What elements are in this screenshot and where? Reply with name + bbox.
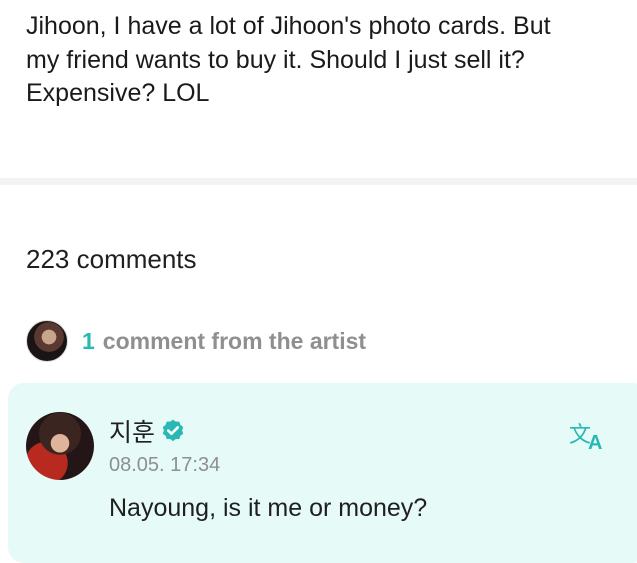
comments-count: 223 comments [26, 244, 197, 274]
artist-comment-label: comment from the artist [102, 327, 367, 354]
comment-author-row: 지훈 [109, 413, 186, 449]
post-line: Expensive? LOL [26, 79, 210, 107]
comment-text: Nayoung, is it me or money? [109, 494, 428, 522]
artist-comment-card [8, 383, 637, 563]
translate-icon[interactable]: 文 A [568, 420, 608, 452]
commenter-avatar[interactable] [26, 412, 94, 480]
post-line: Jihoon, I have a lot of Jihoon's photo c… [26, 12, 551, 40]
comment-timestamp: 08.05. 17:34 [109, 454, 221, 476]
artist-comment-count: 1 [82, 327, 95, 354]
svg-text:A: A [588, 432, 602, 452]
comment-author-name[interactable]: 지훈 [109, 413, 155, 449]
post-line: my friend wants to buy it. Should I just… [26, 45, 525, 74]
post-body: Jihoon, I have a lot of Jihoon's photo c… [26, 10, 626, 111]
verified-badge-icon [162, 419, 184, 442]
artist-avatar [26, 320, 68, 362]
artist-comments-toggle[interactable]: 1 comment from the artist [26, 319, 366, 363]
section-divider [0, 178, 637, 185]
